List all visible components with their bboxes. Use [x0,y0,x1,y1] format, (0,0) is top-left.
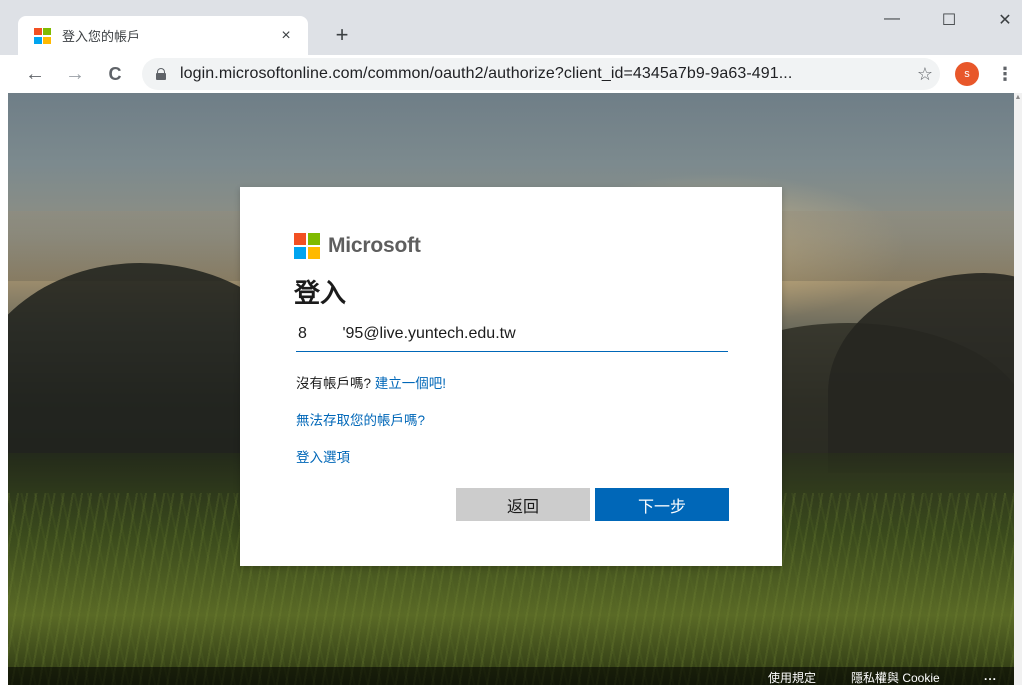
browser-menu-icon[interactable]: ⋮ [996,59,1014,89]
page-scrollbar[interactable]: ▲ [1014,93,1022,685]
create-account-link[interactable]: 建立一個吧! [375,376,446,391]
microsoft-logo-icon [294,233,320,259]
forward-arrow-icon[interactable]: → [62,61,88,87]
cant-access-account-link[interactable]: 無法存取您的帳戶嗎? [296,409,425,429]
more-options-icon[interactable]: ... [984,669,997,683]
page-title: 登入 [294,278,347,308]
sign-in-options-link[interactable]: 登入選項 [296,446,350,466]
lock-icon[interactable] [156,68,166,80]
microsoft-logo: Microsoft [294,233,421,259]
terms-link[interactable]: 使用規定 [768,669,816,685]
maximize-button[interactable]: ☐ [934,10,964,30]
privacy-cookie-link[interactable]: 隱私權與 Cookie [851,669,940,685]
browser-chrome: 登入您的帳戶 × + — ☐ ✕ ← → C login.microsofton… [0,0,1022,93]
brand-name: Microsoft [328,234,421,257]
background-mountain-right [828,273,1014,473]
page-footer: 使用規定 隱私權與 Cookie ... [8,667,1014,685]
back-button[interactable]: 返回 [456,488,590,521]
reload-icon[interactable]: C [102,61,128,87]
sign-in-card: Microsoft 登入 沒有帳戶嗎? 建立一個吧! 無法存取您的帳戶嗎? 登入… [240,187,782,566]
profile-avatar[interactable]: s [955,62,979,86]
bookmark-star-icon[interactable]: ☆ [910,64,940,85]
browser-tab[interactable]: 登入您的帳戶 × [18,16,308,55]
tab-title: 登入您的帳戶 [62,29,141,44]
tab-close-icon[interactable]: × [276,27,296,45]
tab-strip: 登入您的帳戶 × + — ☐ ✕ [0,0,1022,55]
minimize-button[interactable]: — [877,10,907,28]
scroll-up-icon[interactable]: ▲ [1014,93,1022,103]
url-text[interactable]: login.microsoftonline.com/common/oauth2/… [180,65,910,83]
browser-toolbar: ← → C login.microsoftonline.com/common/o… [0,55,1022,93]
address-bar[interactable]: login.microsoftonline.com/common/oauth2/… [142,58,940,90]
next-button[interactable]: 下一步 [595,488,729,521]
back-arrow-icon[interactable]: ← [22,61,48,87]
close-window-button[interactable]: ✕ [990,10,1020,30]
microsoft-favicon-icon [34,27,51,44]
page-viewport: Microsoft 登入 沒有帳戶嗎? 建立一個吧! 無法存取您的帳戶嗎? 登入… [8,93,1014,685]
new-tab-button[interactable]: + [330,22,354,48]
no-account-text: 沒有帳戶嗎? [296,376,372,391]
no-account-prompt: 沒有帳戶嗎? 建立一個吧! [296,372,446,392]
email-input[interactable] [296,317,728,352]
